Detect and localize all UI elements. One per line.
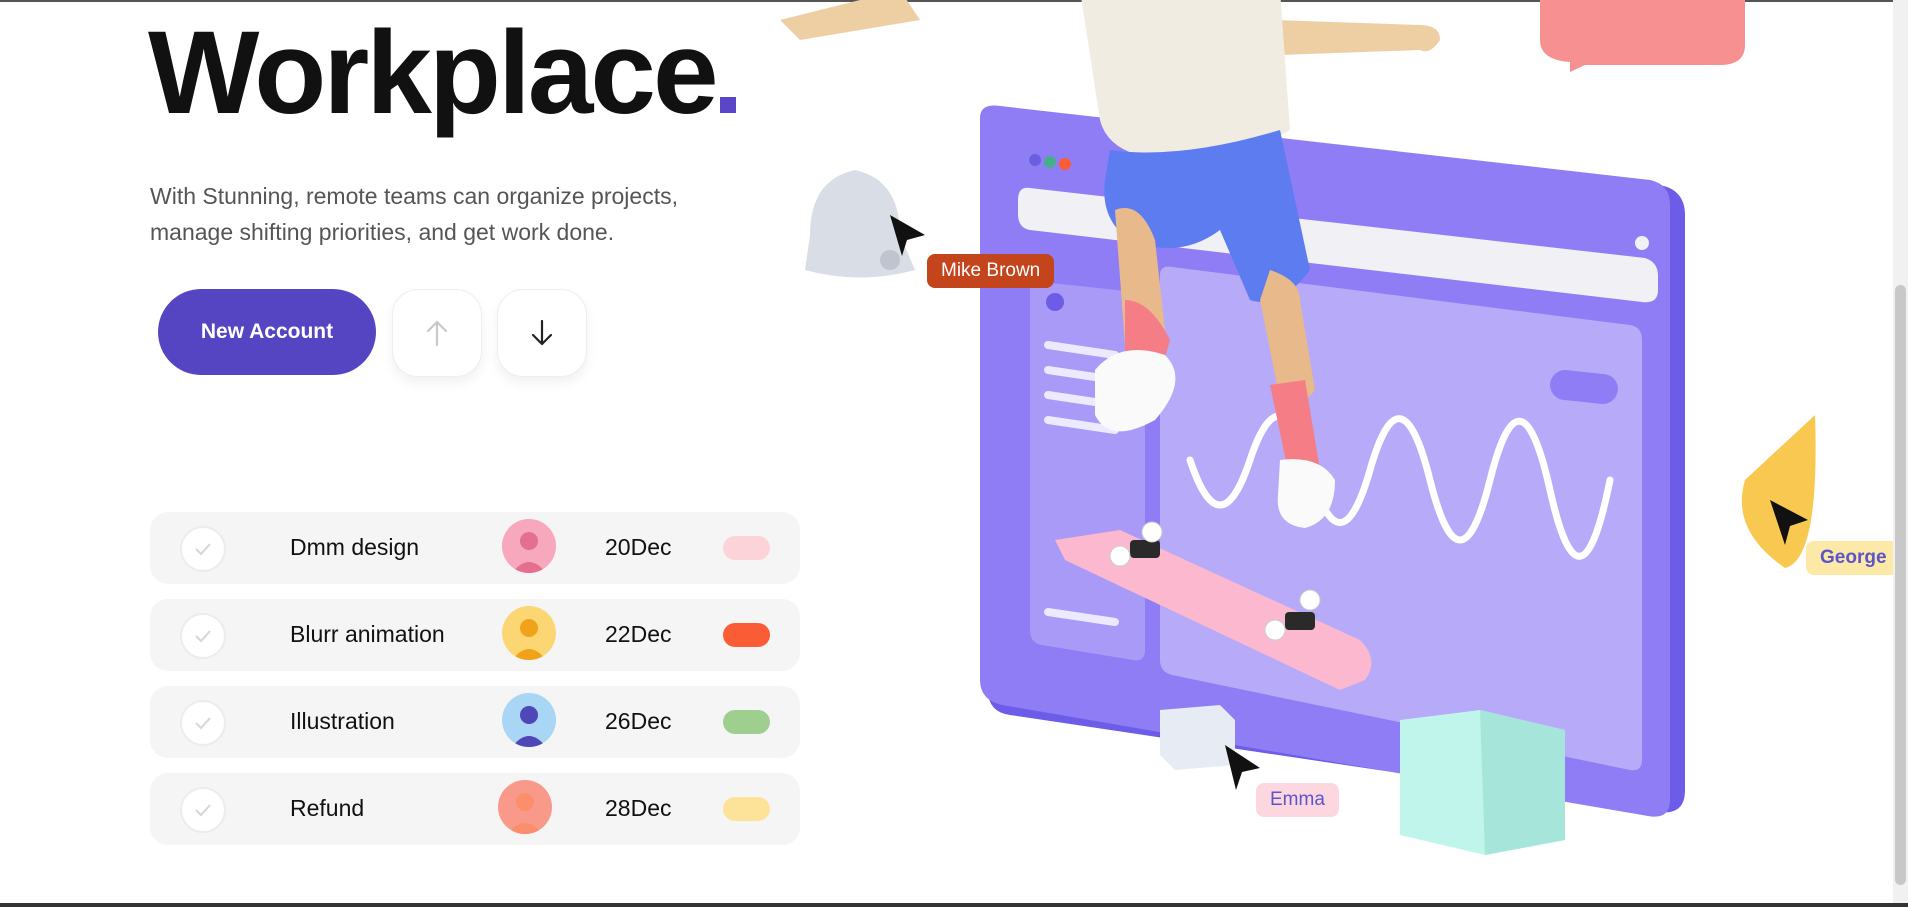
check-icon: [195, 717, 211, 730]
scroll-down-button[interactable]: [497, 289, 587, 377]
task-list: Dmm design 20Dec Blurr animation 22Dec I…: [150, 512, 800, 860]
sidebar-dot: [1046, 293, 1064, 311]
avatar: [498, 780, 552, 834]
task-name: Illustration: [290, 708, 395, 734]
task-row[interactable]: Blurr animation 22Dec: [150, 599, 800, 671]
person-icon: [512, 706, 546, 747]
window-dot: [1029, 154, 1041, 166]
emma-tag: Emma: [1256, 783, 1339, 817]
scrollbar-thumb[interactable]: [1895, 285, 1906, 885]
skateboard-wheel: [1141, 521, 1163, 543]
arrow-up-icon: [426, 320, 448, 347]
skateboard-wheel: [1109, 545, 1131, 567]
hero-subtitle-line-1: With Stunning, remote teams can organize…: [150, 183, 678, 209]
cone-icon: [1741, 415, 1816, 568]
task-row[interactable]: Refund 28Dec: [150, 773, 800, 845]
task-status-tag: [723, 623, 770, 647]
person-icon: [512, 532, 546, 573]
task-date: 26Dec: [605, 708, 672, 734]
bottom-border: [0, 903, 1908, 907]
task-name: Blurr animation: [290, 621, 445, 647]
task-status-tag: [723, 536, 770, 560]
small-cube-icon: [1160, 705, 1235, 770]
window-dot: [1059, 158, 1071, 170]
avatar: [502, 693, 556, 747]
person-icon: [508, 793, 542, 834]
page-title: Workplace: [148, 8, 736, 138]
window-dot: [1044, 156, 1056, 168]
george-tag: George: [1806, 541, 1901, 575]
task-date: 28Dec: [605, 795, 672, 821]
hero-subtitle: With Stunning, remote teams can organize…: [150, 178, 750, 250]
task-checkbox[interactable]: [180, 526, 226, 572]
task-date: 22Dec: [605, 621, 672, 647]
arrow-down-icon: [531, 319, 553, 346]
check-icon: [195, 630, 211, 643]
hero-subtitle-line-2: manage shifting priorities, and get work…: [150, 219, 615, 245]
hero-illustration: [780, 0, 1816, 855]
task-checkbox[interactable]: [180, 613, 226, 659]
skateboard-wheel: [1299, 589, 1321, 611]
task-status-tag: [723, 710, 770, 734]
task-row[interactable]: Dmm design 20Dec: [150, 512, 800, 584]
mike-brown-tag: Mike Brown: [927, 254, 1055, 288]
skateboard-wheel: [1264, 619, 1286, 641]
window-button: [1635, 236, 1649, 250]
skateboard-truck: [1285, 612, 1315, 630]
task-checkbox[interactable]: [180, 787, 226, 833]
speech-bubble-icon: [1540, 0, 1745, 72]
person-icon: [512, 619, 546, 660]
task-name: Refund: [290, 795, 365, 821]
check-icon: [195, 543, 211, 556]
task-row[interactable]: Illustration 26Dec: [150, 686, 800, 758]
task-status-tag: [723, 797, 770, 821]
title-accent-dot: [719, 97, 736, 113]
task-date: 20Dec: [605, 534, 672, 560]
task-name: Dmm design: [290, 534, 420, 560]
new-account-button[interactable]: New Account: [158, 289, 376, 375]
large-cube-shade: [1480, 710, 1565, 855]
scroll-up-button[interactable]: [392, 289, 482, 377]
page-title-text: Workplace: [148, 7, 719, 139]
check-icon: [195, 804, 211, 817]
avatar: [502, 606, 556, 660]
task-checkbox[interactable]: [180, 700, 226, 746]
cursor-icon: [1225, 745, 1260, 790]
avatar: [502, 519, 556, 573]
skateboard-truck: [1130, 540, 1160, 558]
